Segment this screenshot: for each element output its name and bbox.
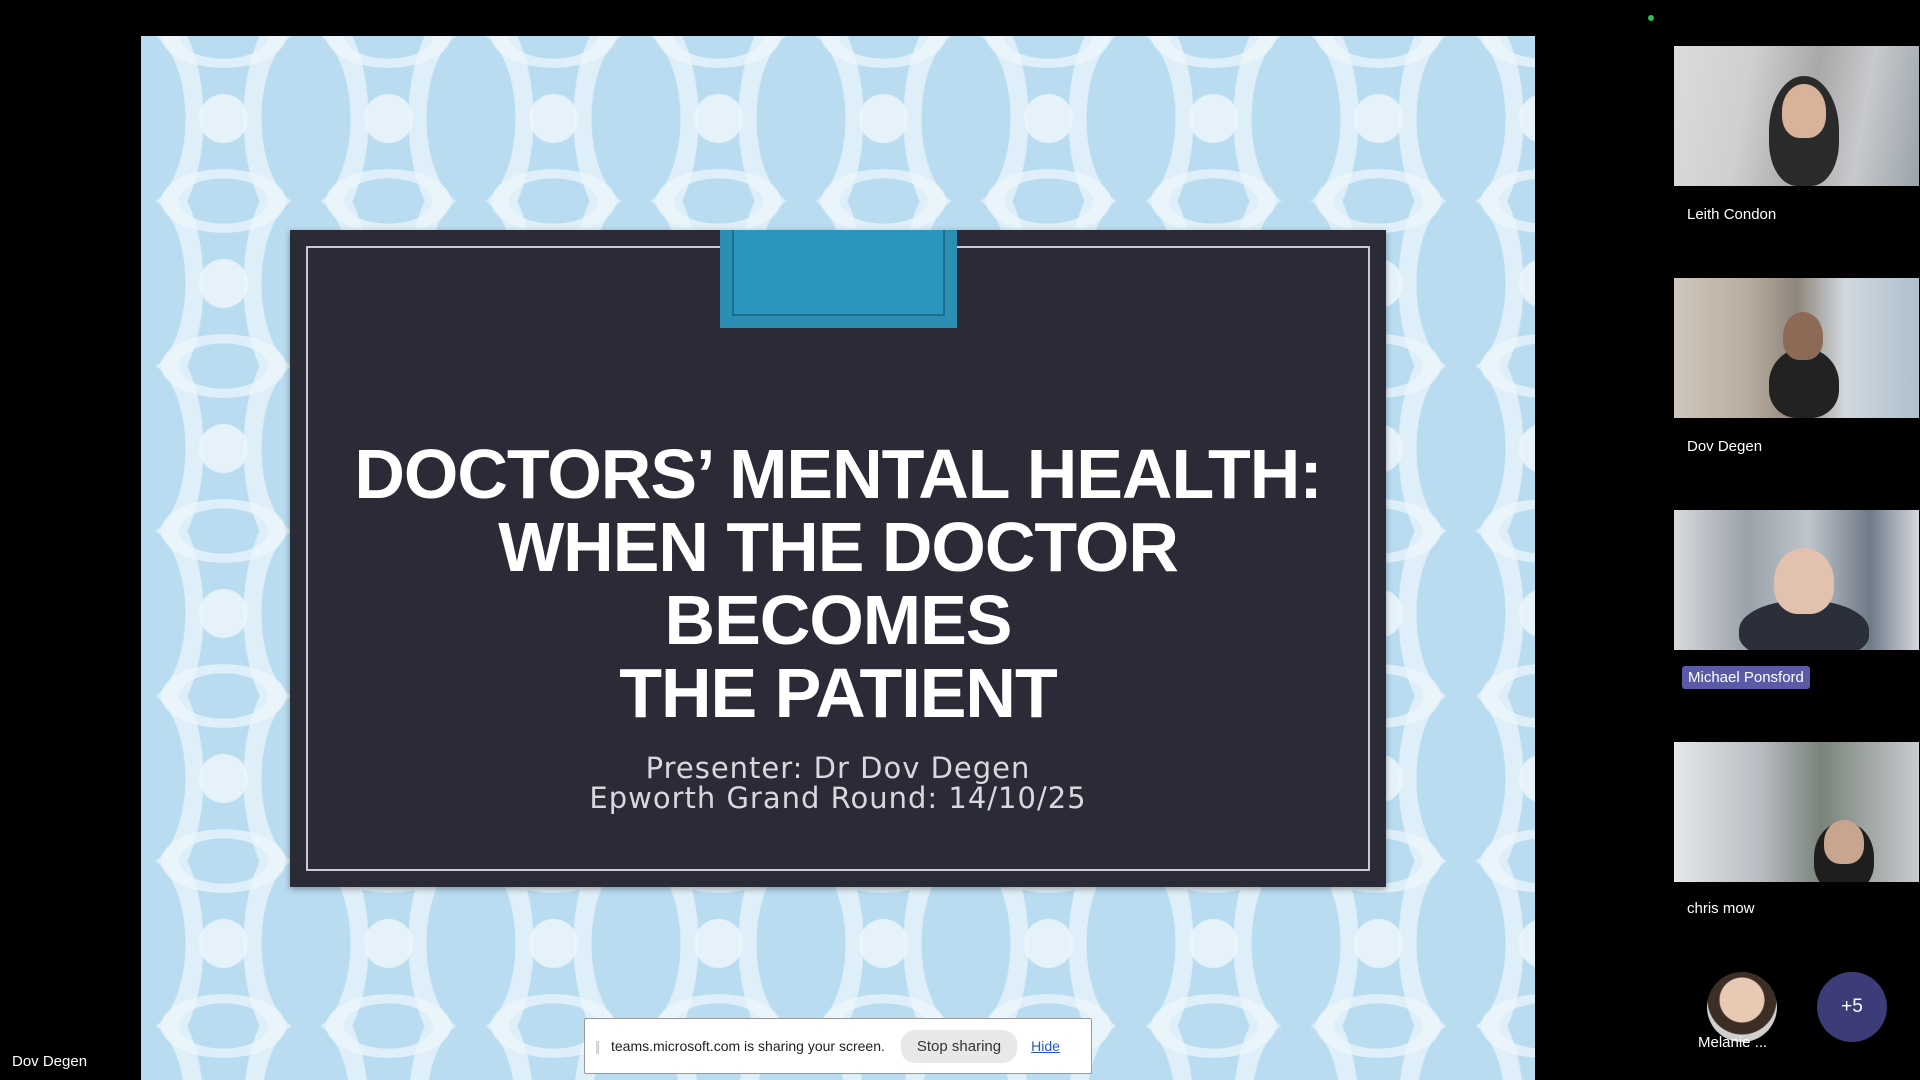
participant-name: Leith Condon [1687, 206, 1777, 223]
participant-face [1783, 312, 1823, 360]
participant-video-michael[interactable] [1674, 510, 1919, 650]
participant-face [1774, 548, 1834, 614]
more-participants-button[interactable]: +5 [1817, 972, 1887, 1042]
active-speaker-name: Michael Ponsford [1682, 666, 1810, 689]
participant-video-leith[interactable] [1674, 46, 1919, 186]
screen-share-bar: || teams.microsoft.com is sharing your s… [584, 1018, 1092, 1074]
presenter-name-label: Dov Degen [12, 1053, 88, 1070]
hide-link[interactable]: Hide [1031, 1038, 1060, 1054]
share-message: teams.microsoft.com is sharing your scre… [611, 1038, 885, 1054]
participant-video-dov[interactable] [1674, 278, 1919, 418]
slide-title-line: DOCTORS’ MENTAL HEALTH: [354, 435, 1322, 513]
slide-title-card: DOCTORS’ MENTAL HEALTH: WHEN THE DOCTOR … [290, 230, 1386, 887]
slide-tab-decoration [720, 230, 957, 328]
participant-face [1824, 820, 1864, 864]
stop-sharing-button[interactable]: Stop sharing [900, 1029, 1018, 1063]
participant-avatar[interactable] [1707, 972, 1777, 1042]
participant-name: chris mow [1687, 900, 1755, 917]
meeting-stage: DOCTORS’ MENTAL HEALTH: WHEN THE DOCTOR … [0, 0, 1920, 1080]
shared-slide: DOCTORS’ MENTAL HEALTH: WHEN THE DOCTOR … [141, 36, 1535, 1080]
slide-title-line: THE PATIENT [619, 654, 1058, 732]
participant-video-chris[interactable] [1674, 742, 1919, 882]
slide-title-line: WHEN THE DOCTOR BECOMES [498, 508, 1179, 659]
participant-name: Dov Degen [1687, 438, 1763, 455]
status-dot [1648, 15, 1654, 21]
slide-subtitle: Presenter: Dr Dov Degen Epworth Grand Ro… [330, 753, 1346, 813]
participant-name: Melanie ... [1698, 1034, 1768, 1051]
drag-handle-icon[interactable]: || [595, 1038, 605, 1054]
slide-event: Epworth Grand Round: 14/10/25 [589, 781, 1087, 815]
slide-presenter: Presenter: Dr Dov Degen [645, 751, 1031, 785]
participant-face [1782, 84, 1826, 138]
slide-title: DOCTORS’ MENTAL HEALTH: WHEN THE DOCTOR … [330, 438, 1346, 730]
slide-tab-inner [732, 230, 945, 316]
